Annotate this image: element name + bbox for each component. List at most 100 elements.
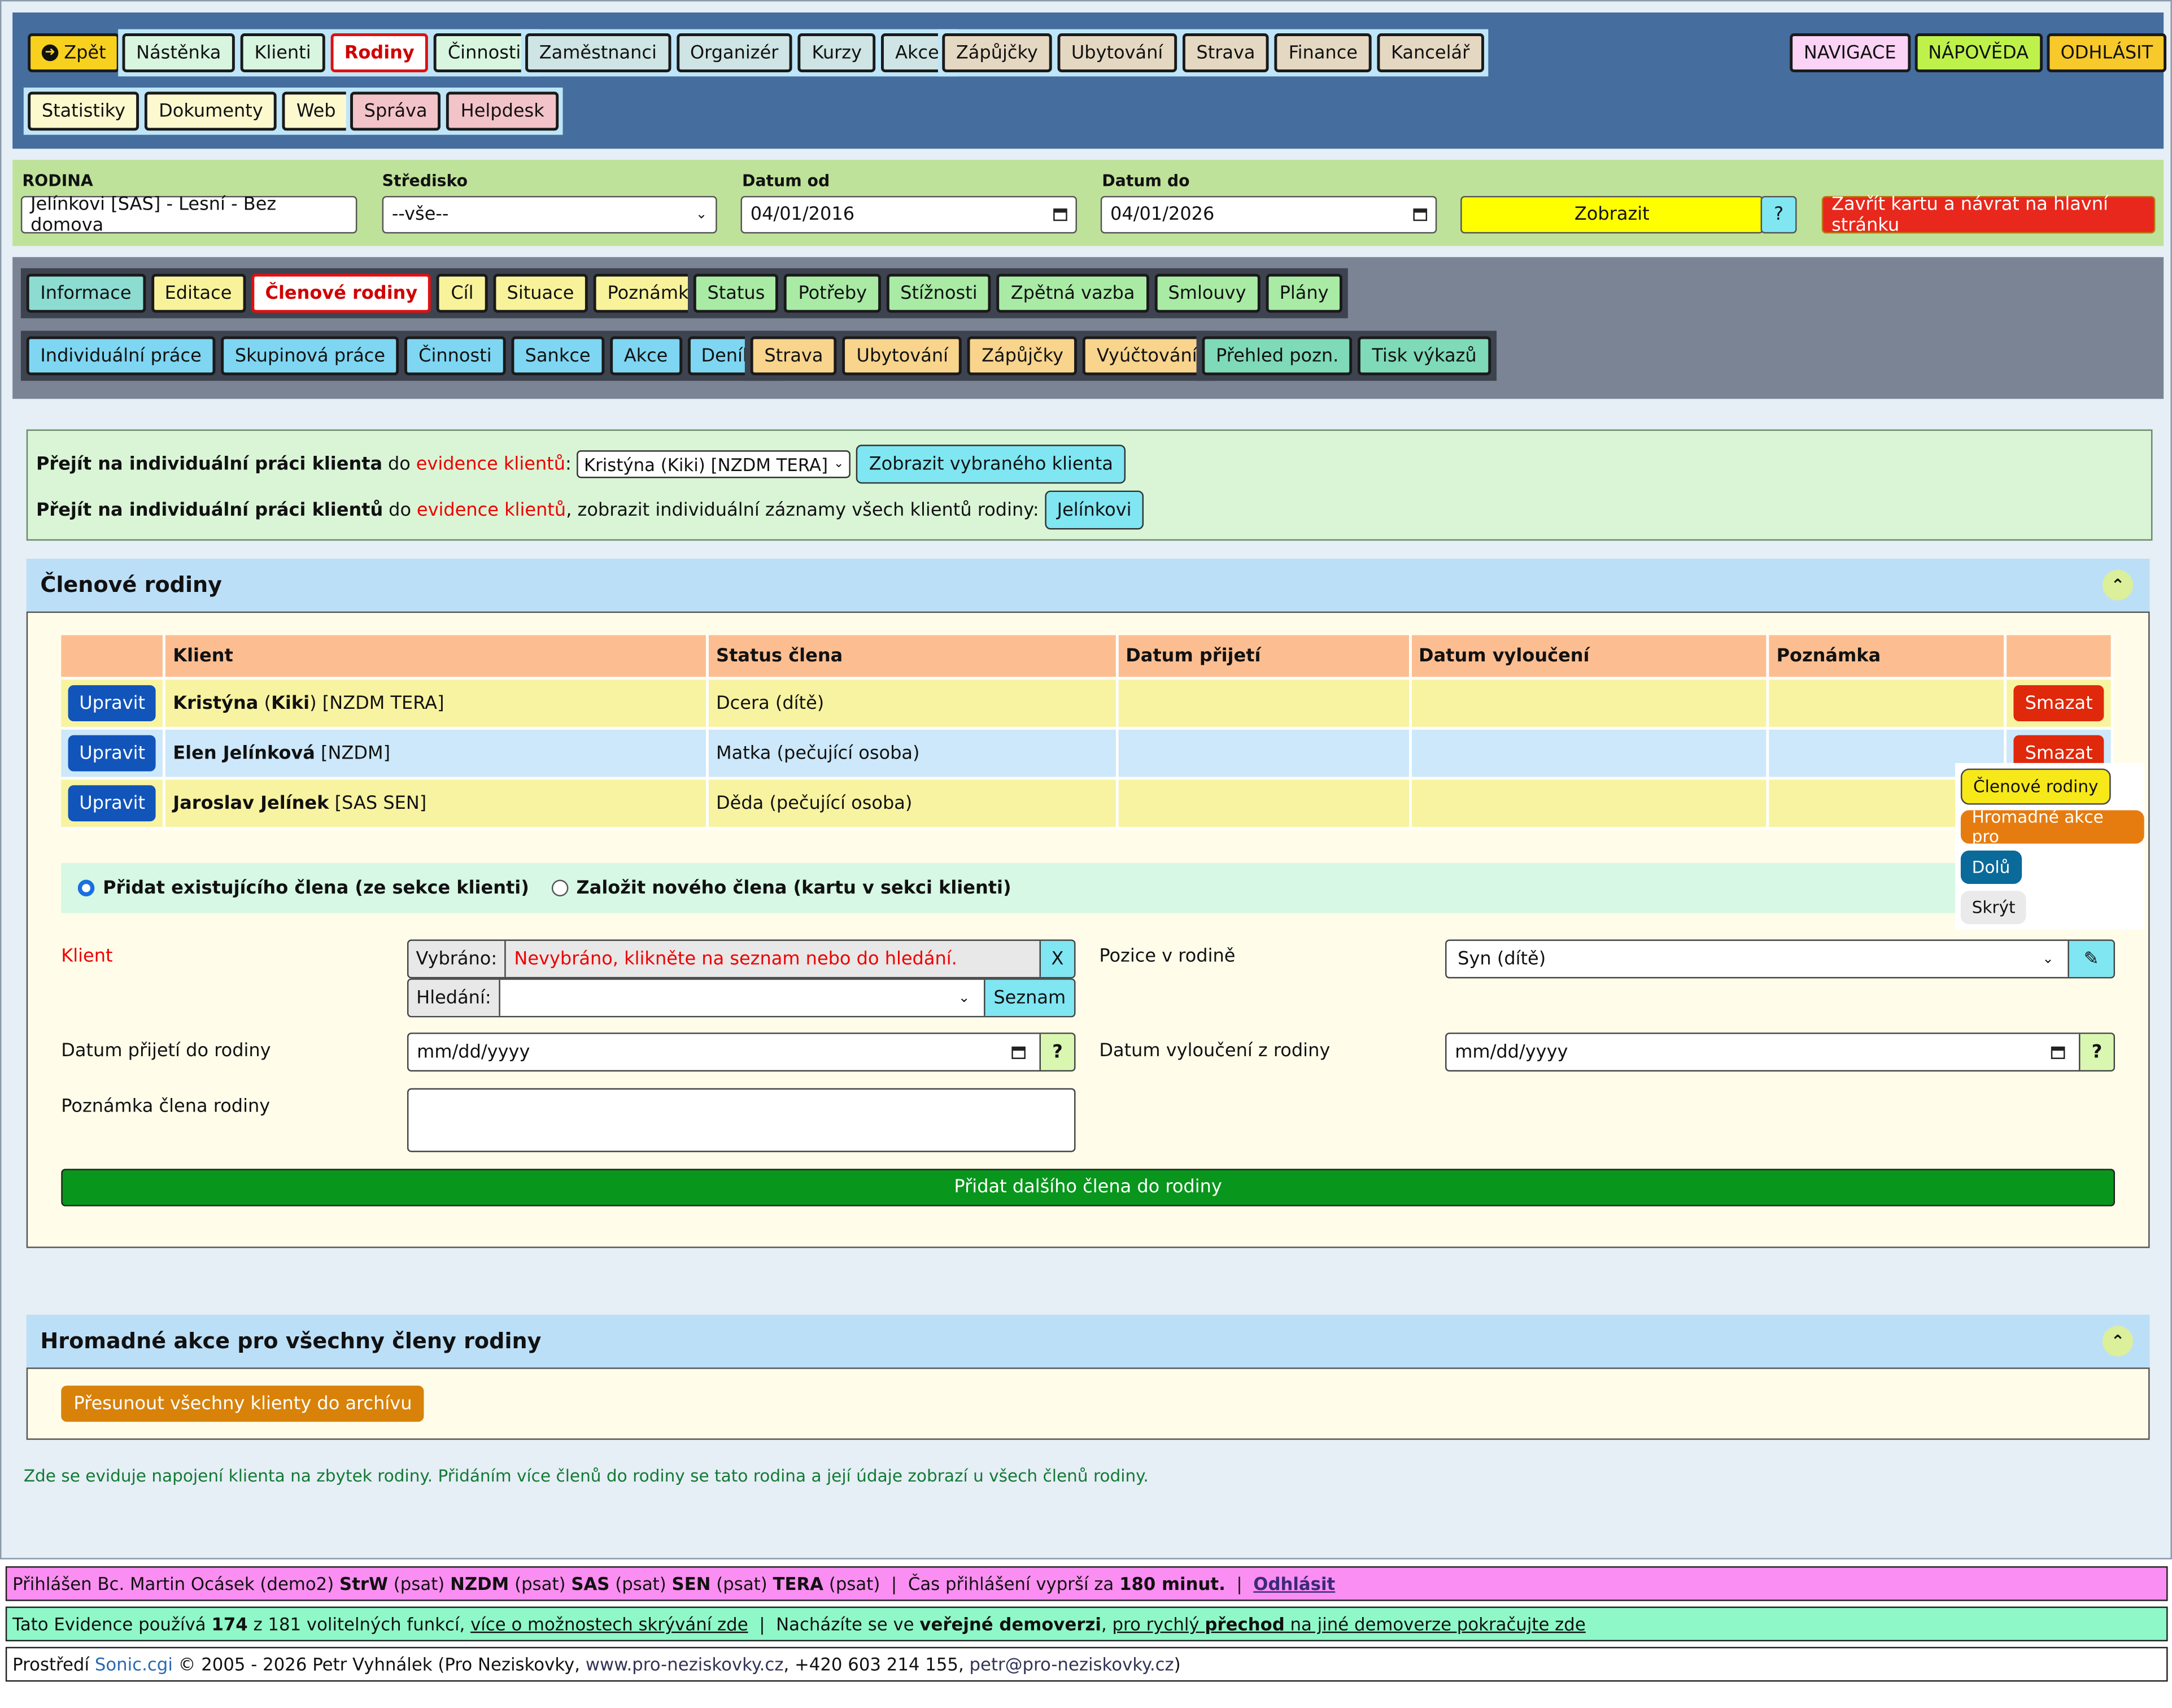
hiding-info-link[interactable]: více o možnostech skrývání zde bbox=[470, 1614, 748, 1635]
edit-button[interactable]: Upravit bbox=[68, 685, 156, 722]
nav-kancelar[interactable]: Kancelář bbox=[1377, 33, 1484, 72]
other-demos-link[interactable]: pro rychlý přechod na jiné demoverze pok… bbox=[1113, 1614, 1586, 1635]
popup-members-button[interactable]: Členové rodiny bbox=[1960, 768, 2111, 805]
edit-icon[interactable]: ✎ bbox=[2068, 940, 2114, 977]
show-button[interactable]: Zobrazit bbox=[1460, 195, 1764, 234]
tab-cil[interactable]: Cíl bbox=[437, 273, 488, 313]
close-card-button[interactable]: Zavřít kartu a návrat na hlavní stránku bbox=[1821, 194, 2156, 236]
clear-selection-button[interactable]: X bbox=[1039, 940, 1075, 977]
navigation-button[interactable]: NAVIGACE bbox=[1790, 33, 1911, 72]
nav-web[interactable]: Web bbox=[282, 91, 350, 131]
nav-ubytovani[interactable]: Ubytování bbox=[1057, 33, 1177, 72]
join-date-help-button[interactable]: ? bbox=[1039, 1034, 1075, 1070]
popup-down-button[interactable]: Dolů bbox=[1960, 850, 2022, 884]
position-select[interactable]: Syn (dítě) ⌄ bbox=[1446, 948, 2068, 969]
popup-bulk-actions-button[interactable]: Hromadné akce pro bbox=[1960, 808, 2144, 847]
members-section-header[interactable]: Členové rodiny ⌃ bbox=[26, 559, 2150, 612]
client-records-link[interactable]: evidence klientů bbox=[416, 454, 565, 474]
nav-zamestnanci[interactable]: Zaměstnanci bbox=[525, 33, 671, 72]
website-link[interactable]: www.pro-neziskovky.cz bbox=[586, 1654, 784, 1675]
tab-sankce[interactable]: Sankce bbox=[511, 336, 605, 376]
copyright-a: Prostředí bbox=[12, 1654, 90, 1675]
tab-potreby[interactable]: Potřeby bbox=[784, 273, 881, 313]
bulk-section-header[interactable]: Hromadné akce pro všechny členy rodiny ⌃ bbox=[26, 1314, 2150, 1368]
client-list-button[interactable]: Seznam bbox=[984, 979, 1075, 1016]
nav-helpdesk[interactable]: Helpdesk bbox=[447, 91, 559, 131]
tab-zpetna-vazba[interactable]: Zpětná vazba bbox=[997, 273, 1149, 313]
radio-existing-member[interactable] bbox=[77, 879, 95, 897]
goto-l2-bold: Přejít na individuální práci klientů bbox=[36, 499, 383, 521]
edit-button[interactable]: Upravit bbox=[68, 735, 156, 772]
nav-klienti[interactable]: Klienti bbox=[240, 33, 325, 72]
client-records-link-2[interactable]: evidence klientů bbox=[417, 500, 566, 521]
nav-cinnosti[interactable]: Činnosti bbox=[434, 33, 535, 72]
date-to-input[interactable]: 04/01/2026 bbox=[1100, 195, 1437, 234]
member-name-sep bbox=[315, 743, 321, 764]
back-button[interactable]: ➜ Zpět bbox=[28, 33, 120, 72]
date-from-input[interactable]: 04/01/2016 bbox=[740, 195, 1077, 234]
tab-individualni-prace[interactable]: Individuální práce bbox=[26, 336, 216, 376]
nav-statistiky[interactable]: Statistiky bbox=[28, 91, 139, 131]
nav-sprava[interactable]: Správa bbox=[350, 91, 442, 131]
tab-stiznosti[interactable]: Stížnosti bbox=[886, 273, 992, 313]
tab-informace[interactable]: Informace bbox=[26, 273, 146, 313]
show-selected-client-button[interactable]: Zobrazit vybraného klienta bbox=[856, 445, 1126, 484]
add-member-button[interactable]: Přidat dalšího člena do rodiny bbox=[61, 1169, 2116, 1206]
tab-vyuctovani[interactable]: Vyúčtování bbox=[1083, 336, 1211, 376]
chevron-up-icon[interactable]: ⌃ bbox=[2102, 569, 2134, 600]
features-text-c: Nacházíte se ve bbox=[776, 1613, 914, 1635]
tab-akce[interactable]: Akce bbox=[610, 336, 682, 376]
tab-ubytovani[interactable]: Ubytování bbox=[842, 336, 962, 376]
footer-logout-link[interactable]: Odhlásit bbox=[1253, 1573, 1335, 1594]
nav-dokumenty[interactable]: Dokumenty bbox=[145, 91, 277, 131]
tab-prehled-pozn[interactable]: Přehled pozn. bbox=[1202, 336, 1353, 376]
client-search-select[interactable]: ⌄ bbox=[500, 990, 984, 1005]
archive-all-button[interactable]: Přesunout všechny klienty do archívu bbox=[61, 1385, 425, 1422]
radio-existing-label[interactable]: Přidat existujícího člena (ze sekce klie… bbox=[103, 878, 529, 899]
radio-new-label[interactable]: Založit nového člena (kartu v sekci klie… bbox=[577, 878, 1011, 899]
tab-status[interactable]: Status bbox=[693, 273, 779, 313]
nav-rodiny[interactable]: Rodiny bbox=[330, 33, 429, 72]
center-select[interactable]: --vše-- ⌄ bbox=[382, 195, 717, 234]
popup-hide-button[interactable]: Skrýt bbox=[1960, 891, 2027, 925]
member-status: Matka (pečující osoba) bbox=[708, 728, 1119, 780]
exclude-date-field: mm/dd/yyyy ? bbox=[1445, 1032, 2116, 1072]
position-select-field: Syn (dítě) ⌄ ✎ bbox=[1445, 939, 2116, 979]
exclude-date-input[interactable]: mm/dd/yyyy bbox=[1446, 1042, 2079, 1062]
tab-skupinova-prace[interactable]: Skupinová práce bbox=[221, 336, 399, 376]
radio-new-member[interactable] bbox=[551, 879, 568, 897]
member-name-cell[interactable]: Elen Jelínková [NZDM] bbox=[164, 728, 709, 780]
tab-situace[interactable]: Situace bbox=[492, 273, 588, 313]
show-help-button[interactable]: ? bbox=[1760, 195, 1797, 234]
member-name-cell[interactable]: Kristýna (Kiki) [NZDM TERA] bbox=[164, 678, 709, 730]
family-field[interactable]: Jelínkovi [SAS] - Lesní - Bez domova bbox=[20, 194, 357, 236]
nav-zapujcky[interactable]: Zápůjčky bbox=[942, 33, 1052, 72]
family-clients-button[interactable]: Jelínkovi bbox=[1044, 490, 1144, 530]
exclude-date-help-button[interactable]: ? bbox=[2079, 1034, 2114, 1070]
logout-button[interactable]: ODHLÁSIT bbox=[2046, 33, 2167, 72]
tab-clenove-rodiny[interactable]: Členové rodiny bbox=[251, 273, 431, 313]
nav-kurzy[interactable]: Kurzy bbox=[797, 33, 876, 72]
member-name-cell[interactable]: Jaroslav Jelínek [SAS SEN] bbox=[164, 778, 709, 830]
nav-strava[interactable]: Strava bbox=[1182, 33, 1270, 72]
edit-cell: Upravit bbox=[61, 728, 167, 780]
tab-smlouvy[interactable]: Smlouvy bbox=[1154, 273, 1261, 313]
email-link[interactable]: petr@pro-neziskovky.cz bbox=[970, 1654, 1174, 1675]
chevron-up-icon[interactable]: ⌃ bbox=[2102, 1326, 2134, 1357]
sonic-link[interactable]: Sonic.cgi bbox=[95, 1654, 173, 1675]
join-date-input[interactable]: mm/dd/yyyy bbox=[408, 1042, 1039, 1062]
help-button[interactable]: NÁPOVĚDA bbox=[1914, 33, 2043, 72]
nav-finance[interactable]: Finance bbox=[1274, 33, 1372, 72]
tab-editace[interactable]: Editace bbox=[150, 273, 246, 313]
nav-nastenka[interactable]: Nástěnka bbox=[122, 33, 235, 72]
tab-cinnosti[interactable]: Činnosti bbox=[404, 336, 506, 376]
client-select[interactable]: Kristýna (Kiki) [NZDM TERA] ⌄ bbox=[577, 450, 851, 478]
delete-button[interactable]: Smazat bbox=[2013, 685, 2104, 722]
tab-tisk-vykazu[interactable]: Tisk výkazů bbox=[1358, 336, 1491, 376]
tab-zapujcky[interactable]: Zápůjčky bbox=[967, 336, 1078, 376]
tab-strava[interactable]: Strava bbox=[750, 336, 838, 376]
edit-button[interactable]: Upravit bbox=[68, 785, 156, 822]
member-note-textarea[interactable] bbox=[407, 1088, 1076, 1152]
tab-plany[interactable]: Plány bbox=[1265, 273, 1343, 313]
nav-organizer[interactable]: Organizér bbox=[676, 33, 793, 72]
